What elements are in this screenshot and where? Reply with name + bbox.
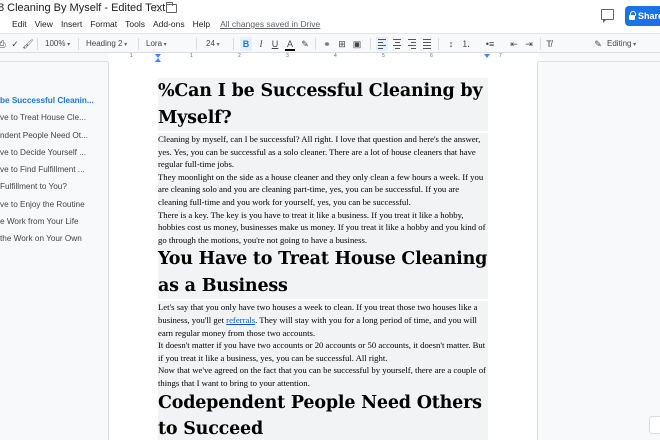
ruler-number: 1 [130, 53, 133, 59]
body-paragraph[interactable]: They moonlight on the side as a house cl… [158, 170, 488, 209]
ruler-number: 4 [334, 53, 337, 59]
share-label: Share [638, 11, 660, 21]
font-select[interactable]: Lora [146, 37, 188, 51]
align-justify-icon[interactable] [421, 37, 433, 51]
body-paragraph[interactable]: Let's say that you only have two houses … [158, 301, 488, 340]
align-left-icon[interactable] [376, 37, 388, 51]
title-bar: 8 Cleaning By Myself - Edited Text ☆ Edi… [0, 0, 660, 33]
body-paragraph[interactable]: There is a key. The key is you have to t… [158, 208, 488, 247]
align-center-icon[interactable] [391, 37, 403, 51]
print-icon[interactable]: ⎙ [0, 37, 8, 51]
outline-item[interactable]: ve to Decide Yourself ... [0, 144, 100, 161]
toolbar-divider [438, 38, 439, 50]
menu-help[interactable]: Help [189, 19, 214, 29]
editing-mode-icon[interactable]: ✎ [592, 37, 604, 51]
heading-codependent-people[interactable]: Codependent People Need Others to Succee… [158, 389, 488, 440]
outline-item[interactable]: ve to Find Fulfillment ... [0, 161, 100, 178]
toolbar-divider [78, 38, 79, 50]
outline-item[interactable]: ve to Enjoy the Routine [0, 196, 100, 213]
lock-icon [629, 11, 636, 20]
body-paragraph[interactable]: It doesn't matter if you have two accoun… [158, 339, 488, 365]
share-button[interactable]: Share [625, 6, 660, 26]
outline-item[interactable]: the Work on Your Own [0, 230, 100, 247]
ruler-number: 6 [430, 53, 433, 59]
decrease-indent-icon[interactable]: ⇤ [508, 37, 520, 51]
increase-indent-icon[interactable]: ⇥ [523, 37, 535, 51]
add-comment-icon[interactable]: ⊞ [336, 37, 348, 51]
outline-item[interactable]: ndent People Need Ot... [0, 127, 100, 144]
menu-insert[interactable]: Insert [57, 19, 86, 29]
outline-item[interactable]: ve to Treat House Cle... [0, 109, 100, 126]
underline-button[interactable]: U [269, 37, 281, 51]
toolbar-divider [138, 38, 139, 50]
align-right-icon[interactable] [406, 37, 418, 51]
ruler-number: 2 [238, 53, 241, 59]
outline-item[interactable]: be Successful Cleanin... [0, 92, 100, 109]
ruler-number: 5 [382, 53, 385, 59]
line-spacing-icon[interactable]: ↕ [445, 37, 457, 51]
ruler-page-area [108, 53, 538, 62]
toolbar-divider [540, 38, 541, 50]
ruler: 1 1 2 3 4 5 6 7 [0, 53, 660, 62]
menu-addons[interactable]: Add-ons [149, 19, 189, 29]
document-title[interactable]: 8 Cleaning By Myself - Edited Text [0, 2, 165, 14]
body-paragraph[interactable]: Cleaning by myself, can I be successful?… [158, 133, 488, 171]
toolbar-divider [37, 38, 38, 50]
ruler-number: 1 [190, 53, 193, 59]
highlight-icon[interactable]: ✎ [299, 37, 311, 51]
menu-bar: Edit View Insert Format Tools Add-ons He… [8, 19, 320, 29]
editing-mode-select[interactable]: Editing [607, 37, 636, 51]
clear-formatting-icon[interactable]: T̸ [543, 37, 555, 51]
document-body[interactable]: %Can I be Successful Cleaning by Myself?… [158, 78, 488, 440]
insert-link-icon[interactable]: ⚭ [321, 37, 333, 51]
right-indent-marker[interactable] [484, 54, 490, 58]
body-paragraph[interactable]: Now that we've agreed on the fact that y… [158, 364, 488, 390]
italic-button[interactable]: I [255, 37, 267, 51]
move-folder-icon[interactable] [166, 2, 177, 13]
referrals-link[interactable]: referrals [226, 315, 255, 325]
text-color-button[interactable]: A [284, 37, 296, 51]
spellcheck-icon[interactable]: ✓ [9, 37, 21, 51]
font-size-select[interactable]: 24 [206, 37, 220, 51]
menu-format[interactable]: Format [86, 19, 121, 29]
heading-treat-as-business[interactable]: You Have to Treat House Cleaning as a Bu… [158, 246, 488, 300]
zoom-select[interactable]: 100% [45, 37, 70, 51]
toolbar-divider [196, 38, 197, 50]
formatting-toolbar: ⎙ ✓ 🖌 100% Heading 2 Lora 24 B I U A ✎ ⚭… [0, 33, 660, 53]
bold-button[interactable]: B [240, 37, 252, 51]
toolbar-divider [315, 38, 316, 50]
heading-can-i-be-successful[interactable]: %Can I be Successful Cleaning by Myself? [158, 78, 488, 131]
comment-history-icon[interactable] [601, 9, 614, 23]
ruler-number: 3 [286, 53, 289, 59]
outline-item[interactable]: Fulfillment to You? [0, 178, 100, 195]
text-color-label: A [286, 39, 293, 49]
document-outline: be Successful Cleanin... ve to Treat Hou… [0, 92, 100, 248]
paint-format-icon[interactable]: 🖌 [22, 37, 34, 51]
numbered-list-icon[interactable]: ⒈ [460, 37, 472, 51]
menu-edit[interactable]: Edit [8, 19, 31, 29]
explore-button[interactable] [649, 416, 660, 434]
menu-tools[interactable]: Tools [121, 19, 149, 29]
toolbar-divider [233, 38, 234, 50]
toolbar-divider [370, 38, 371, 50]
bulleted-list-icon[interactable]: •≡ [484, 37, 496, 51]
text-color-swatch [285, 49, 295, 51]
menu-view[interactable]: View [31, 19, 57, 29]
star-icon[interactable]: ☆ [152, 2, 162, 15]
paragraph-style-select[interactable]: Heading 2 [86, 37, 127, 51]
ruler-number: 7 [499, 53, 502, 59]
outline-item[interactable]: e Work from Your Life [0, 213, 100, 230]
save-status-link[interactable]: All changes saved in Drive [220, 19, 320, 29]
google-docs-window: { "header": { "title": "8 Cleaning By My… [0, 0, 660, 440]
insert-image-icon[interactable]: ▣ [351, 37, 363, 51]
